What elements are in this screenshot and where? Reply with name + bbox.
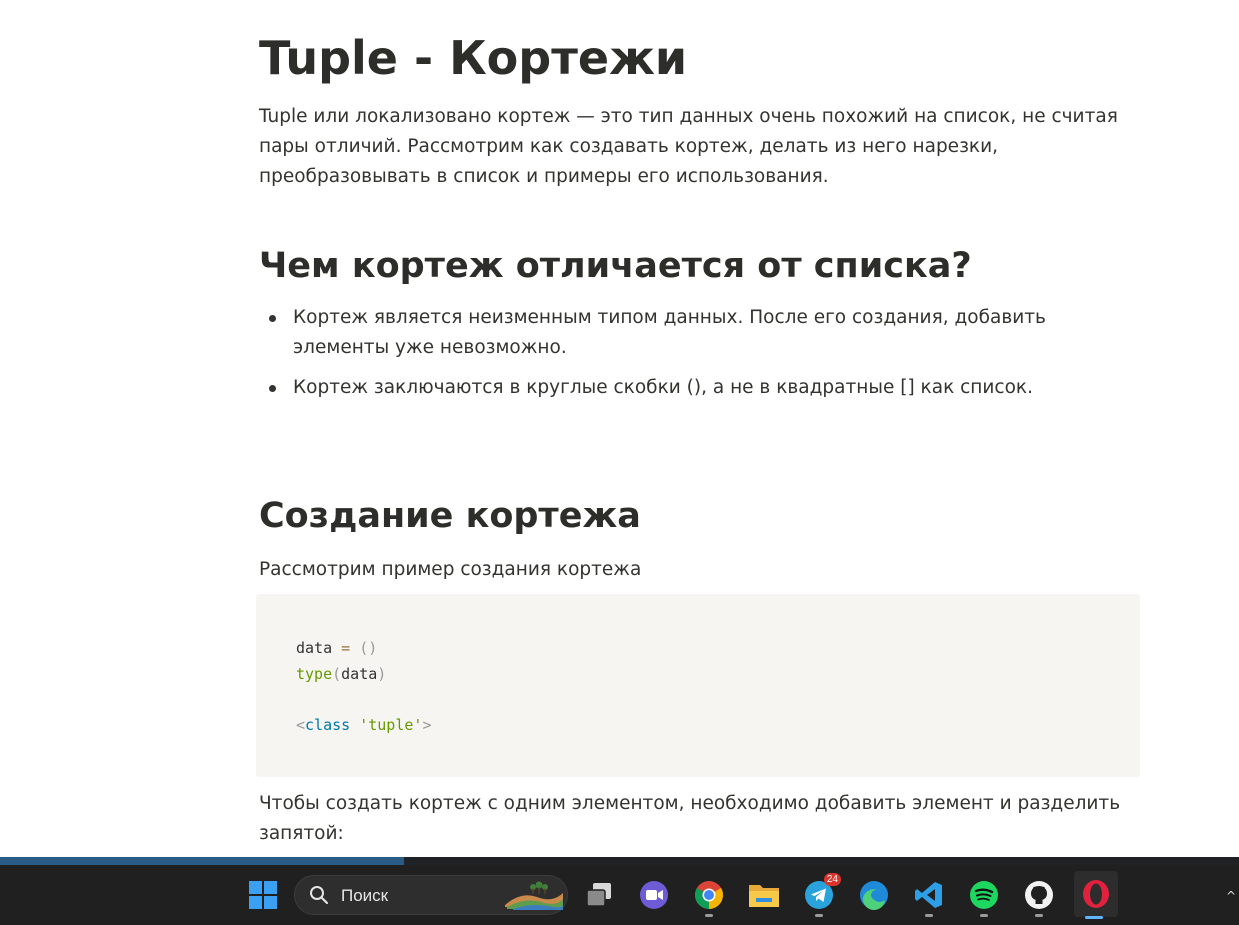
section-heading-creation: Создание кортежа	[259, 496, 641, 536]
telegram-icon[interactable]: 24	[799, 873, 841, 917]
code-token: class	[305, 715, 351, 734]
code-token: <	[296, 715, 306, 734]
start-icon[interactable]	[243, 875, 283, 915]
code-token: data	[341, 664, 378, 683]
taskbar-search-box[interactable]: Поиск	[294, 875, 568, 915]
notification-badge: 24	[823, 873, 841, 886]
chrome-icon[interactable]	[689, 875, 729, 917]
file-explorer-icon[interactable]	[744, 875, 784, 915]
code-token: =	[341, 639, 351, 657]
code-token: type	[296, 664, 333, 683]
opera-icon[interactable]	[1074, 871, 1118, 919]
page-content: Tuple - Кортежи Tuple или локализовано к…	[0, 0, 1239, 857]
intro-paragraph: Tuple или локализовано кортеж — это тип …	[259, 106, 1118, 187]
tray-chevron-icon[interactable]: ^	[1226, 889, 1236, 903]
github-icon[interactable]	[1019, 875, 1059, 917]
search-icon	[309, 885, 329, 909]
code-block[interactable]: data = () type(data) <class 'tuple'>	[256, 594, 1140, 777]
search-placeholder: Поиск	[341, 886, 389, 905]
code-token: ()	[359, 639, 378, 657]
difference-list: Кортеж является неизменным типом данных.…	[259, 303, 1139, 413]
single-element-paragraph: Чтобы создать кортеж с одним элементом, …	[259, 793, 1121, 844]
task-view-icon[interactable]	[579, 875, 619, 915]
section-heading-difference: Чем кортеж отличается от списка?	[259, 246, 972, 286]
search-highlight-image	[503, 879, 565, 915]
code-text: data = () type(data) <class 'tuple'>	[296, 636, 431, 738]
code-token: (	[332, 664, 342, 683]
vscode-icon[interactable]	[909, 875, 949, 917]
code-token: >	[422, 715, 432, 734]
page-title: Tuple - Кортежи	[259, 31, 688, 85]
code-token: 'tuple'	[359, 715, 423, 734]
list-item: Кортеж является неизменным типом данных.…	[269, 303, 1139, 363]
spotify-icon[interactable]	[964, 875, 1004, 917]
creation-lead: Рассмотрим пример создания кортежа	[259, 559, 642, 580]
reading-progress-fill	[0, 857, 404, 865]
edge-icon[interactable]	[854, 875, 894, 915]
code-token: )	[377, 664, 387, 683]
windows-taskbar: Поиск 24 ^	[0, 865, 1239, 925]
video-meet-icon[interactable]	[634, 875, 674, 915]
code-token: data	[296, 639, 333, 657]
list-item: Кортеж заключаются в круглые скобки (), …	[269, 373, 1139, 403]
reading-progress-bar	[0, 857, 1239, 865]
